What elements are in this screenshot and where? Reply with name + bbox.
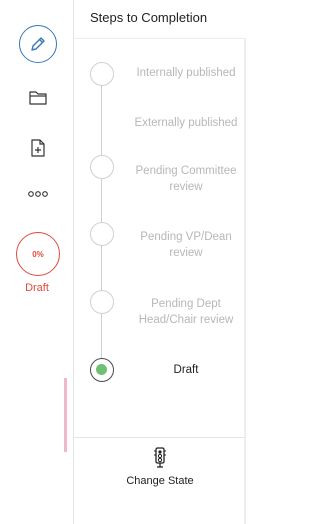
step-node-committee-review: [90, 155, 114, 179]
folder-icon: [29, 91, 47, 105]
step-label-vp-dean-review: Pending VP/Dean review: [140, 231, 232, 259]
footer-divider: [74, 437, 246, 438]
panel-title: Steps to Completion: [90, 10, 208, 25]
step-node-internally-published: [90, 62, 114, 86]
step-node-draft: [90, 358, 114, 382]
more-dots-icon: [28, 191, 48, 197]
rail-divider: [73, 0, 74, 524]
status-label: Draft: [25, 282, 49, 294]
change-state-label: Change State: [126, 475, 194, 487]
edit-pencil-icon: [31, 37, 45, 51]
title-divider: [74, 38, 246, 39]
scroll-indicator: [64, 378, 67, 452]
step-label-internally-published: Internally published: [136, 67, 236, 79]
progress-ring: 0%: [16, 232, 60, 276]
left-rail: 0% Draft: [0, 0, 74, 524]
step-label-committee-review: Pending Committee review: [135, 165, 237, 193]
traffic-light-icon: [154, 447, 166, 468]
edit-button[interactable]: [19, 25, 57, 63]
add-document-button[interactable]: [22, 132, 54, 164]
step-label-draft: Draft: [173, 364, 199, 376]
step-label-dept-head-review: Pending Dept Head/Chair review: [138, 298, 234, 326]
add-document-icon: [31, 139, 45, 157]
more-options-button[interactable]: [22, 178, 54, 210]
panel-right-edge: [244, 38, 246, 524]
step-label-externally-published: Externally published: [134, 117, 238, 129]
progress-percent: 0%: [32, 249, 44, 259]
step-node-vp-dean-review: [90, 222, 114, 246]
folder-button[interactable]: [22, 82, 54, 114]
timeline-line: [101, 75, 102, 367]
change-state-button[interactable]: Change State: [74, 447, 246, 507]
step-node-dept-head-review: [90, 290, 114, 314]
